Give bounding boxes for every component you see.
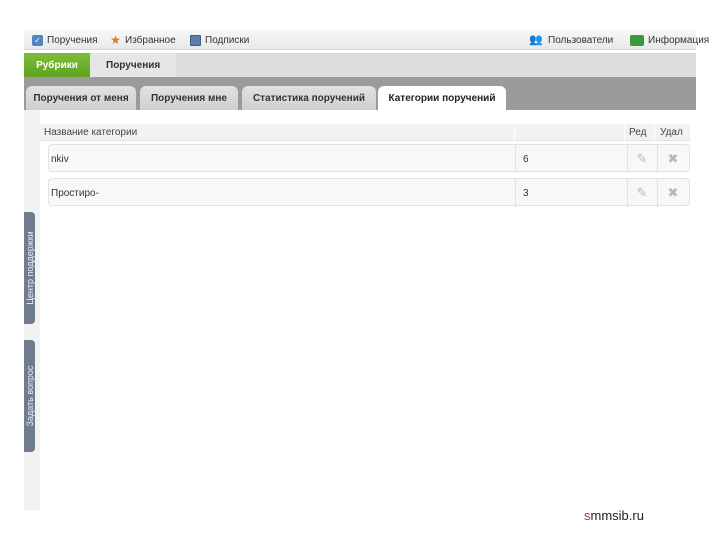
image-icon bbox=[190, 34, 201, 46]
toolbar-item-label: Пользователи bbox=[548, 34, 614, 46]
users-icon: 👥 bbox=[529, 33, 543, 46]
table-row: nkiv 6 ✎ ✖ bbox=[48, 144, 690, 173]
tab-assignments-to-me[interactable]: Поручения мне bbox=[140, 86, 238, 110]
edit-pencil-icon[interactable]: ✎ bbox=[628, 145, 656, 173]
category-name: Простиро- bbox=[51, 187, 99, 199]
toolbar-item-label: Подписки bbox=[205, 34, 250, 46]
column-header-edit: Ред bbox=[629, 127, 647, 138]
toolbar-item-label: Избранное bbox=[125, 34, 176, 46]
ask-question-tab[interactable]: Задать вопрос bbox=[24, 340, 35, 452]
tab-assignment-categories[interactable]: Категории поручений bbox=[378, 86, 506, 110]
delete-x-icon[interactable]: ✖ bbox=[659, 179, 687, 207]
toolbar-item-info[interactable]: Информация bbox=[630, 30, 709, 50]
column-header-delete: Удал bbox=[660, 127, 683, 138]
section-nav: Рубрики Поручения bbox=[24, 53, 696, 77]
edit-pencil-icon[interactable]: ✎ bbox=[628, 179, 656, 207]
star-icon: ★ bbox=[110, 32, 121, 47]
toolbar-item-label: Поручения bbox=[47, 34, 98, 46]
check-icon: ✓ bbox=[32, 34, 43, 46]
nav-item-rubrics[interactable]: Рубрики bbox=[24, 53, 90, 77]
nav-item-assignments[interactable]: Поручения bbox=[90, 53, 177, 77]
toolbar-item-users[interactable]: 👥 Пользователи bbox=[528, 30, 613, 50]
toolbar-item-subscriptions[interactable]: Подписки bbox=[190, 30, 249, 50]
table-row: Простиро- 3 ✎ ✖ bbox=[48, 178, 690, 207]
tab-assignment-statistics[interactable]: Статистика поручений bbox=[242, 86, 376, 110]
table-header: Название категории Ред Удал bbox=[40, 124, 690, 141]
brand-rest: mmsib.ru bbox=[590, 508, 644, 523]
footer-brand: smmsib.ru bbox=[584, 508, 644, 523]
category-count: 3 bbox=[523, 187, 529, 199]
ask-question-label: Задать вопрос bbox=[24, 365, 35, 427]
column-header-name[interactable]: Название категории bbox=[44, 124, 137, 141]
tabs-bar: Поручения от меня Поручения мне Статисти… bbox=[24, 77, 696, 110]
toolbar-item-assignments[interactable]: ✓ Поручения bbox=[32, 30, 98, 50]
tab-assignments-from-me[interactable]: Поручения от меня bbox=[26, 86, 136, 110]
toolbar-item-label: Информация bbox=[648, 34, 710, 46]
info-icon bbox=[630, 34, 644, 46]
category-name: nkiv bbox=[51, 153, 69, 165]
delete-x-icon[interactable]: ✖ bbox=[659, 145, 687, 173]
support-center-label: Центр поддержки bbox=[24, 231, 35, 305]
support-center-tab[interactable]: Центр поддержки bbox=[24, 212, 35, 324]
category-count: 6 bbox=[523, 153, 529, 165]
top-toolbar: ✓ Поручения ★ Избранное Подписки 👥 Польз… bbox=[24, 30, 709, 50]
toolbar-item-favorites[interactable]: ★ Избранное bbox=[110, 30, 176, 50]
